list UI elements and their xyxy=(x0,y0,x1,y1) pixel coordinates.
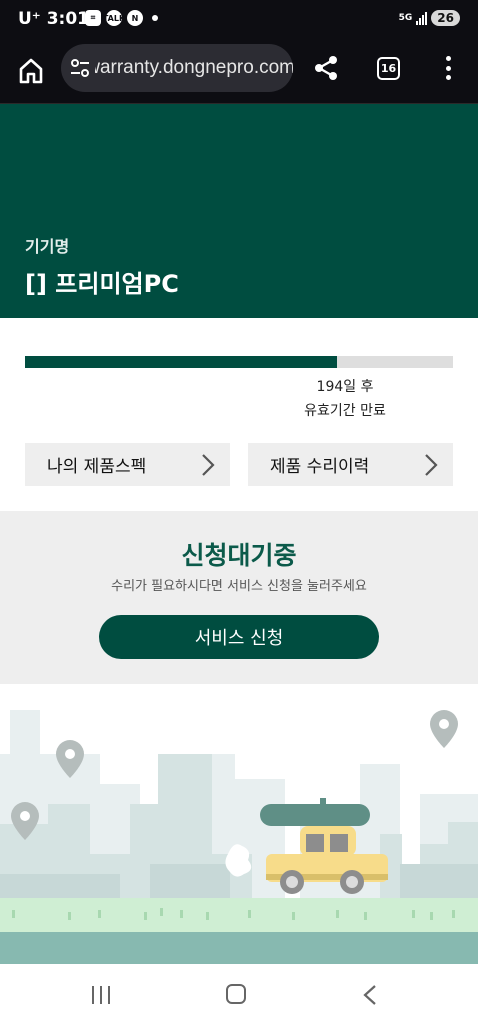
signal-icon xyxy=(416,11,428,25)
more-notifications-icon xyxy=(152,15,158,21)
status-time: U⁺ 3:01 xyxy=(18,9,89,29)
chevron-right-icon xyxy=(425,454,438,476)
repair-history-button[interactable]: 제품 수리이력 xyxy=(248,443,453,486)
status-bar: U⁺ 3:01 ⌗ TALK N 5G 26 xyxy=(0,0,478,40)
city-repair-illustration xyxy=(0,684,478,964)
device-label: 기기명 xyxy=(25,237,70,256)
tune-icon[interactable] xyxy=(69,57,91,79)
tabs-button[interactable]: 16 xyxy=(377,57,400,80)
browser-toolbar: warranty.dongnepro.com 16 xyxy=(0,40,478,104)
home-icon xyxy=(19,58,43,84)
warranty-progress-fill xyxy=(25,356,338,368)
my-spec-button[interactable]: 나의 제품스펙 xyxy=(25,443,230,486)
home-nav-button[interactable] xyxy=(226,984,246,1004)
request-status-title: 신청대기중 xyxy=(181,541,297,570)
clock: 3:01 xyxy=(46,9,89,29)
share-button[interactable] xyxy=(312,54,340,82)
service-request-label: 서비스 신청 xyxy=(194,628,284,649)
more-icon-dot xyxy=(445,56,451,61)
service-request-button[interactable]: 서비스 신청 xyxy=(99,615,379,659)
more-icon-dot xyxy=(445,75,451,80)
status-right: 5G 26 xyxy=(399,10,460,26)
system-nav-bar xyxy=(0,964,478,1024)
service-request-section: 신청대기중 수리가 필요하시다면 서비스 신청을 눌러주세요 서비스 신청 xyxy=(0,511,478,684)
my-spec-label: 나의 제품스펙 xyxy=(47,457,147,477)
chevron-right-icon xyxy=(202,454,215,476)
naver-icon: N xyxy=(127,10,143,26)
expiry-label: 유효기간 만료 xyxy=(304,403,386,419)
home-button[interactable] xyxy=(14,54,48,88)
battery-indicator: 26 xyxy=(431,10,460,26)
back-button[interactable] xyxy=(362,984,378,1006)
screenshot-icon: ⌗ xyxy=(85,10,101,26)
share-icon xyxy=(315,56,337,80)
talk-icon: TALK xyxy=(103,10,125,26)
address-bar[interactable]: warranty.dongnepro.com xyxy=(61,44,293,92)
tab-count: 16 xyxy=(380,62,397,75)
recents-button[interactable] xyxy=(92,986,110,1004)
device-header: 기기명 [] 프리미엄PC xyxy=(0,104,478,318)
more-icon-dot xyxy=(445,65,451,71)
device-name: [] 프리미엄PC xyxy=(25,270,179,298)
notification-icons: ⌗ TALK N xyxy=(85,10,158,26)
warranty-progress-bar xyxy=(25,356,453,368)
network-indicator: 5G xyxy=(398,12,413,23)
request-subtitle: 수리가 필요하시다면 서비스 신청을 눌러주세요 xyxy=(111,579,367,594)
repair-history-label: 제품 수리이력 xyxy=(270,457,370,477)
carrier-label: U⁺ xyxy=(18,9,41,29)
more-menu-button[interactable] xyxy=(438,54,458,82)
url-text: warranty.dongnepro.com xyxy=(95,57,293,78)
days-left: 194일 후 xyxy=(316,379,374,395)
